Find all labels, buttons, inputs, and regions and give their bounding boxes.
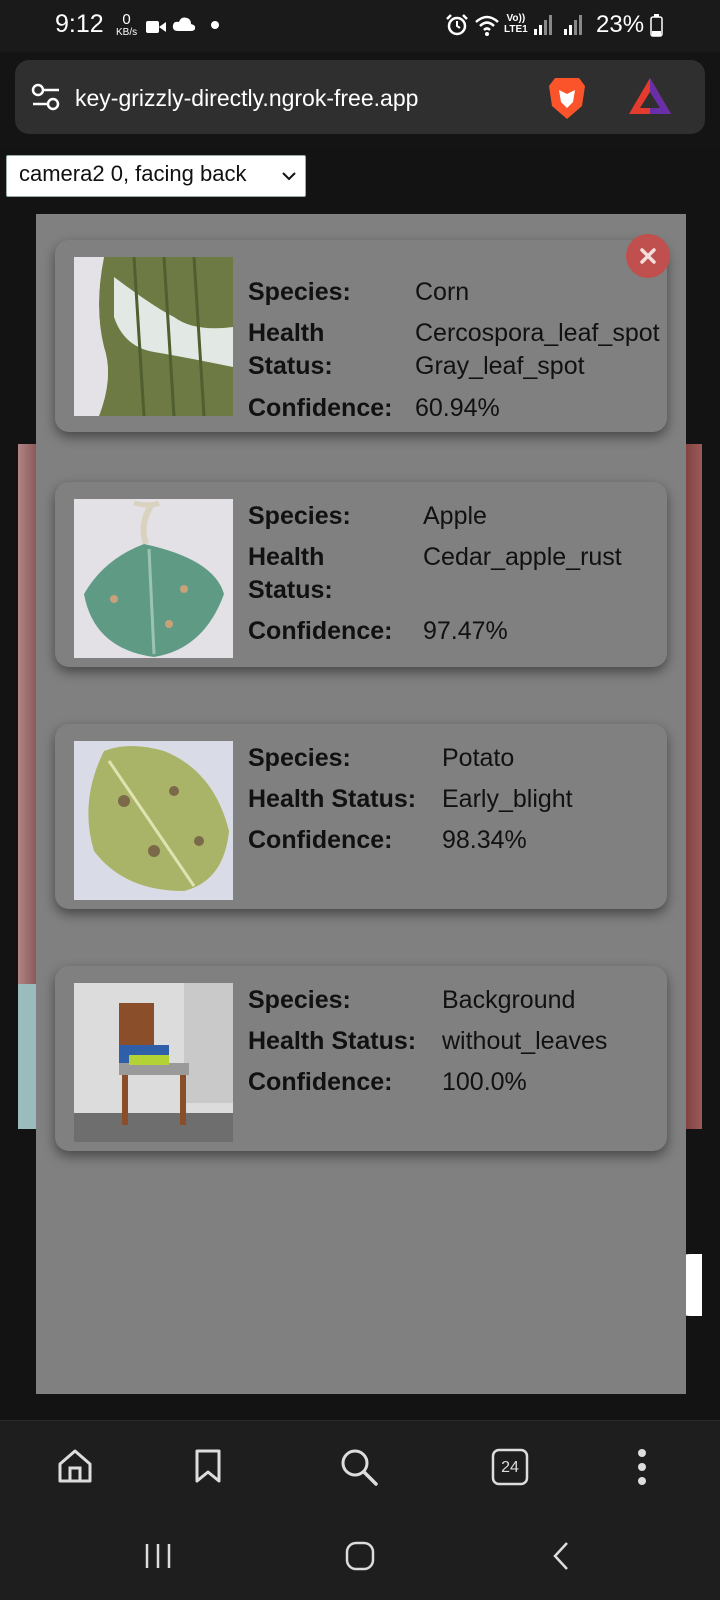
- wifi-icon: [475, 15, 499, 36]
- signal-strength-icon: [534, 15, 552, 35]
- confidence-value: 100.0%: [442, 1068, 527, 1096]
- result-card: Species: Background Health Status: witho…: [55, 966, 667, 1151]
- confidence-label: Confidence:: [248, 1068, 393, 1096]
- species-label: Species:: [248, 502, 351, 530]
- more-options-icon[interactable]: [636, 1447, 648, 1487]
- room-image: [74, 983, 233, 1142]
- camera-select[interactable]: camera2 0, facing back: [6, 155, 306, 197]
- result-card: Species: Potato Health Status: Early_bli…: [55, 724, 667, 909]
- url-text[interactable]: key-grizzly-directly.ngrok-free.app: [75, 85, 418, 112]
- species-value: Potato: [442, 744, 515, 772]
- confidence-label: Confidence:: [248, 826, 393, 854]
- bookmark-icon[interactable]: [193, 1448, 223, 1484]
- clock: 9:12: [55, 10, 104, 38]
- confidence-value: 98.34%: [442, 826, 527, 854]
- health-label-line1: Health: [248, 543, 325, 571]
- home-system-icon[interactable]: [344, 1540, 376, 1572]
- health-label: Health Status:: [248, 785, 417, 813]
- battery-percent: 23%: [596, 11, 645, 38]
- network-volte: Vo)): [506, 13, 526, 24]
- search-icon[interactable]: [339, 1447, 379, 1487]
- health-value-line1: Cercospora_leaf_spot: [415, 319, 660, 347]
- brave-shields-icon[interactable]: [547, 76, 587, 120]
- confidence-label: Confidence:: [248, 617, 393, 645]
- system-navigation-bar: [0, 1510, 720, 1600]
- leaf-image: [74, 257, 233, 416]
- chevron-down-icon: [282, 172, 296, 181]
- address-bar[interactable]: key-grizzly-directly.ngrok-free.app: [15, 60, 705, 134]
- health-label: Health Status:: [248, 1027, 417, 1055]
- species-value: Corn: [415, 278, 470, 306]
- network-type: Vo)) LTE1: [504, 13, 528, 35]
- video-call-icon: [146, 21, 166, 33]
- battery-icon: [650, 14, 663, 37]
- health-value: without_leaves: [442, 1027, 608, 1055]
- close-button[interactable]: [626, 234, 670, 278]
- result-card: Species: Apple Health Status: Cedar_appl…: [55, 482, 667, 667]
- species-value: Background: [442, 986, 576, 1014]
- recent-apps-icon[interactable]: [143, 1542, 173, 1570]
- health-value-line2: Gray_leaf_spot: [415, 352, 585, 380]
- leaf-image: [74, 499, 233, 658]
- network-speed-value: 0: [122, 11, 131, 28]
- health-label-line2: Status:: [248, 576, 333, 604]
- health-value: Early_blight: [442, 785, 573, 813]
- tabs-button[interactable]: 24: [491, 1448, 529, 1486]
- network-lte: LTE1: [504, 24, 528, 35]
- tab-count: 24: [501, 1459, 519, 1476]
- network-speed: 0 KB/s: [116, 12, 137, 38]
- confidence-value: 60.94%: [415, 394, 500, 422]
- back-icon[interactable]: [550, 1540, 572, 1572]
- species-value: Apple: [423, 502, 487, 530]
- home-icon[interactable]: [57, 1448, 93, 1484]
- browser-toolbar: 24: [0, 1420, 720, 1511]
- notification-dot-icon: [211, 21, 219, 29]
- signal-strength-2-icon: [564, 15, 582, 35]
- alarm-icon: [446, 14, 468, 36]
- site-settings-icon[interactable]: [31, 82, 61, 112]
- cloud-icon: [172, 17, 196, 31]
- health-label-line2: Status:: [248, 352, 333, 380]
- species-label: Species:: [248, 744, 351, 772]
- camera-select-value: camera2 0, facing back: [19, 161, 247, 186]
- health-label-line1: Health: [248, 319, 325, 347]
- result-card: Species: Corn Health Status: Cercospora_…: [55, 240, 667, 432]
- species-label: Species:: [248, 986, 351, 1014]
- species-label: Species:: [248, 278, 351, 306]
- health-value: Cedar_apple_rust: [423, 543, 622, 571]
- network-speed-unit: KB/s: [116, 27, 138, 38]
- close-icon: [640, 248, 656, 264]
- leaf-image: [74, 741, 233, 900]
- status-bar: 9:12 0 KB/s Vo)) LTE1 23%: [0, 0, 720, 52]
- results-modal: Species: Corn Health Status: Cercospora_…: [36, 214, 686, 1394]
- brave-rewards-icon[interactable]: [627, 76, 673, 116]
- confidence-label: Confidence:: [248, 394, 393, 422]
- confidence-value: 97.47%: [423, 617, 508, 645]
